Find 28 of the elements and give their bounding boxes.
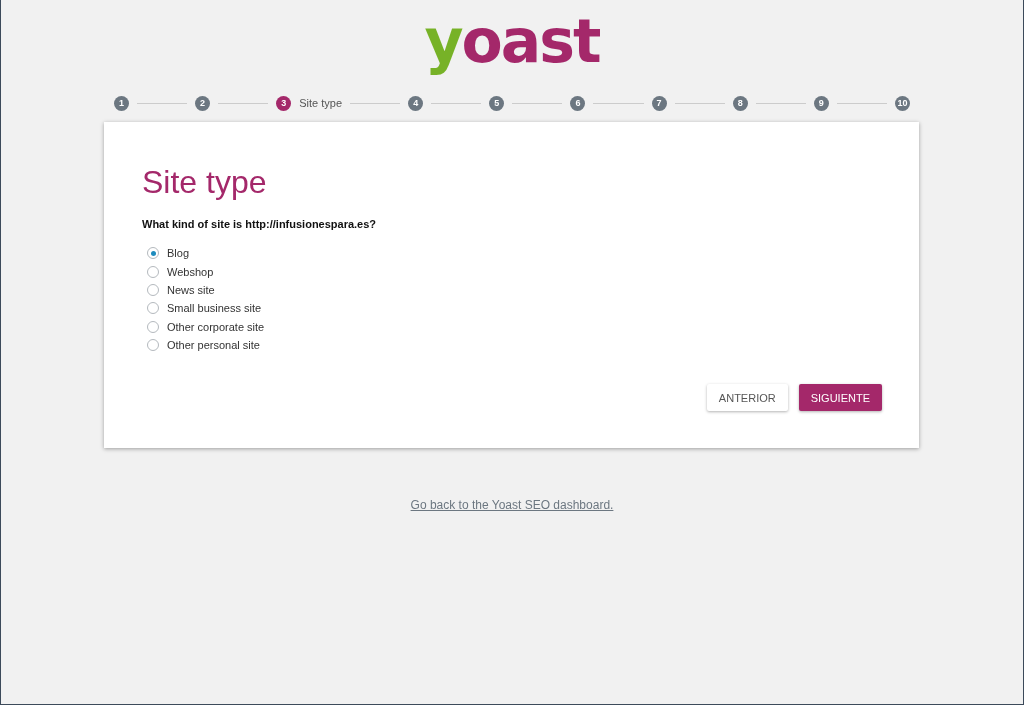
step-number[interactable]: 2 bbox=[195, 95, 211, 111]
radio-button[interactable] bbox=[147, 302, 159, 315]
back-button[interactable]: ANTERIOR bbox=[706, 384, 788, 412]
option-label: Other personal site bbox=[167, 339, 260, 352]
step-number[interactable]: 5 bbox=[489, 95, 505, 111]
next-button[interactable]: SIGUIENTE bbox=[798, 384, 882, 412]
step-number[interactable]: 1 bbox=[114, 95, 129, 111]
radio-button[interactable] bbox=[147, 320, 159, 333]
radio-button[interactable] bbox=[147, 247, 159, 260]
step-number[interactable]: 8 bbox=[732, 95, 748, 111]
dashboard-link[interactable]: Go back to the Yoast SEO dashboard. bbox=[410, 498, 614, 512]
option-label: Other corporate site bbox=[167, 320, 265, 333]
radio-button[interactable] bbox=[147, 265, 159, 278]
step-number[interactable]: 4 bbox=[408, 95, 424, 111]
question-text: What kind of site is http://infusionespara.es? bbox=[142, 218, 378, 230]
step-number[interactable]: 10 bbox=[894, 95, 910, 111]
option-label: News site bbox=[167, 283, 215, 296]
radio-button[interactable] bbox=[147, 339, 159, 352]
step-number[interactable]: 6 bbox=[570, 95, 586, 111]
step-label: Site type bbox=[299, 97, 343, 109]
option-label: Blog bbox=[167, 247, 190, 260]
step-number[interactable]: 3 bbox=[276, 95, 292, 111]
page-title: Site type bbox=[142, 163, 268, 202]
option-label: Small business site bbox=[167, 302, 262, 315]
step-number[interactable]: 7 bbox=[651, 95, 667, 111]
radio-button[interactable] bbox=[147, 283, 159, 296]
option-label: Webshop bbox=[167, 265, 214, 278]
step-number[interactable]: 9 bbox=[813, 95, 829, 111]
